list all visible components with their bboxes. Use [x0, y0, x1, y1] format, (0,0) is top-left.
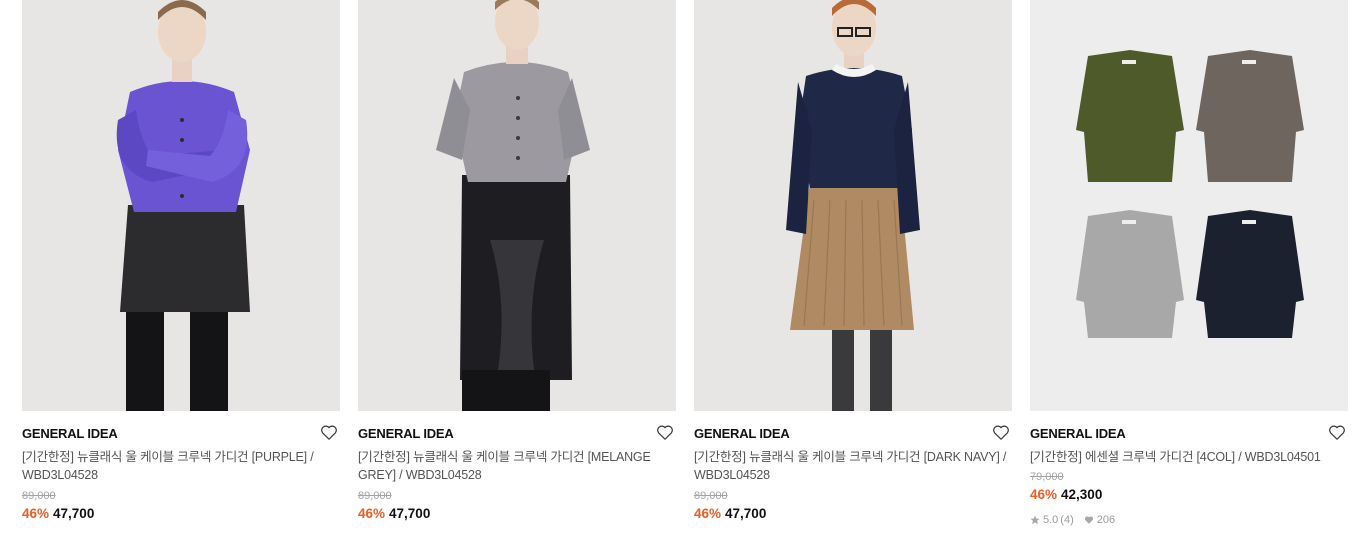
- original-price: 89,000: [694, 490, 728, 502]
- product-card[interactable]: GENERAL IDEA [기간한정] 뉴클래식 울 케이블 크루넥 가디건 […: [694, 0, 1012, 523]
- product-image[interactable]: [22, 0, 340, 411]
- wishlist-heart-icon[interactable]: [656, 424, 674, 441]
- brand-name[interactable]: GENERAL IDEA: [694, 424, 1012, 444]
- product-image[interactable]: [694, 0, 1012, 411]
- product-title[interactable]: [기간한정] 뉴클래식 울 케이블 크루넥 가디건 [DARK NAVY] / …: [694, 448, 1012, 484]
- sale-price: 42,300: [1061, 487, 1103, 502]
- sale-price: 47,700: [725, 506, 767, 521]
- product-card[interactable]: GENERAL IDEA [기간한정] 뉴클래식 울 케이블 크루넥 가디건 […: [358, 0, 676, 523]
- discount-rate: 46%: [1030, 487, 1058, 502]
- review-count: (4): [1060, 514, 1074, 526]
- product-image[interactable]: [1030, 0, 1348, 411]
- product-card[interactable]: GENERAL IDEA [기간한정] 뉴클래식 울 케이블 크루넥 가디건 […: [22, 0, 340, 523]
- original-price: 89,000: [358, 490, 392, 502]
- star-icon: [1030, 515, 1040, 525]
- product-card[interactable]: GENERAL IDEA [기간한정] 에센셜 크루넥 가디건 [4COL] /…: [1030, 0, 1348, 527]
- product-title[interactable]: [기간한정] 에센셜 크루넥 가디건 [4COL] / WBD3L04501: [1030, 448, 1348, 466]
- price-row: 46% 47,700: [358, 505, 676, 523]
- like-count: 206: [1096, 514, 1116, 526]
- review-meta: 5.0 (4) 206: [1030, 513, 1348, 527]
- discount-rate: 46%: [22, 506, 50, 521]
- heart-filled-icon: [1084, 515, 1094, 525]
- product-title[interactable]: [기간한정] 뉴클래식 울 케이블 크루넥 가디건 [PURPLE] / WBD…: [22, 448, 340, 484]
- sale-price: 47,700: [389, 506, 431, 521]
- brand-name[interactable]: GENERAL IDEA: [358, 424, 676, 444]
- discount-rate: 46%: [358, 506, 386, 521]
- product-image[interactable]: [358, 0, 676, 411]
- product-grid: GENERAL IDEA [기간한정] 뉴클래식 울 케이블 크루넥 가디건 […: [0, 0, 1355, 536]
- brand-name[interactable]: GENERAL IDEA: [22, 424, 340, 444]
- price-row: 46% 47,700: [22, 505, 340, 523]
- discount-rate: 46%: [694, 506, 722, 521]
- product-title[interactable]: [기간한정] 뉴클래식 울 케이블 크루넥 가디건 [MELANGE GREY]…: [358, 448, 676, 484]
- sale-price: 47,700: [53, 506, 95, 521]
- price-row: 46% 42,300: [1030, 486, 1348, 504]
- wishlist-heart-icon[interactable]: [320, 424, 338, 441]
- wishlist-heart-icon[interactable]: [992, 424, 1010, 441]
- original-price: 89,000: [22, 490, 56, 502]
- rating-value: 5.0: [1043, 514, 1059, 526]
- price-row: 46% 47,700: [694, 505, 1012, 523]
- brand-name[interactable]: GENERAL IDEA: [1030, 424, 1348, 444]
- original-price: 79,000: [1030, 471, 1064, 483]
- wishlist-heart-icon[interactable]: [1328, 424, 1346, 441]
